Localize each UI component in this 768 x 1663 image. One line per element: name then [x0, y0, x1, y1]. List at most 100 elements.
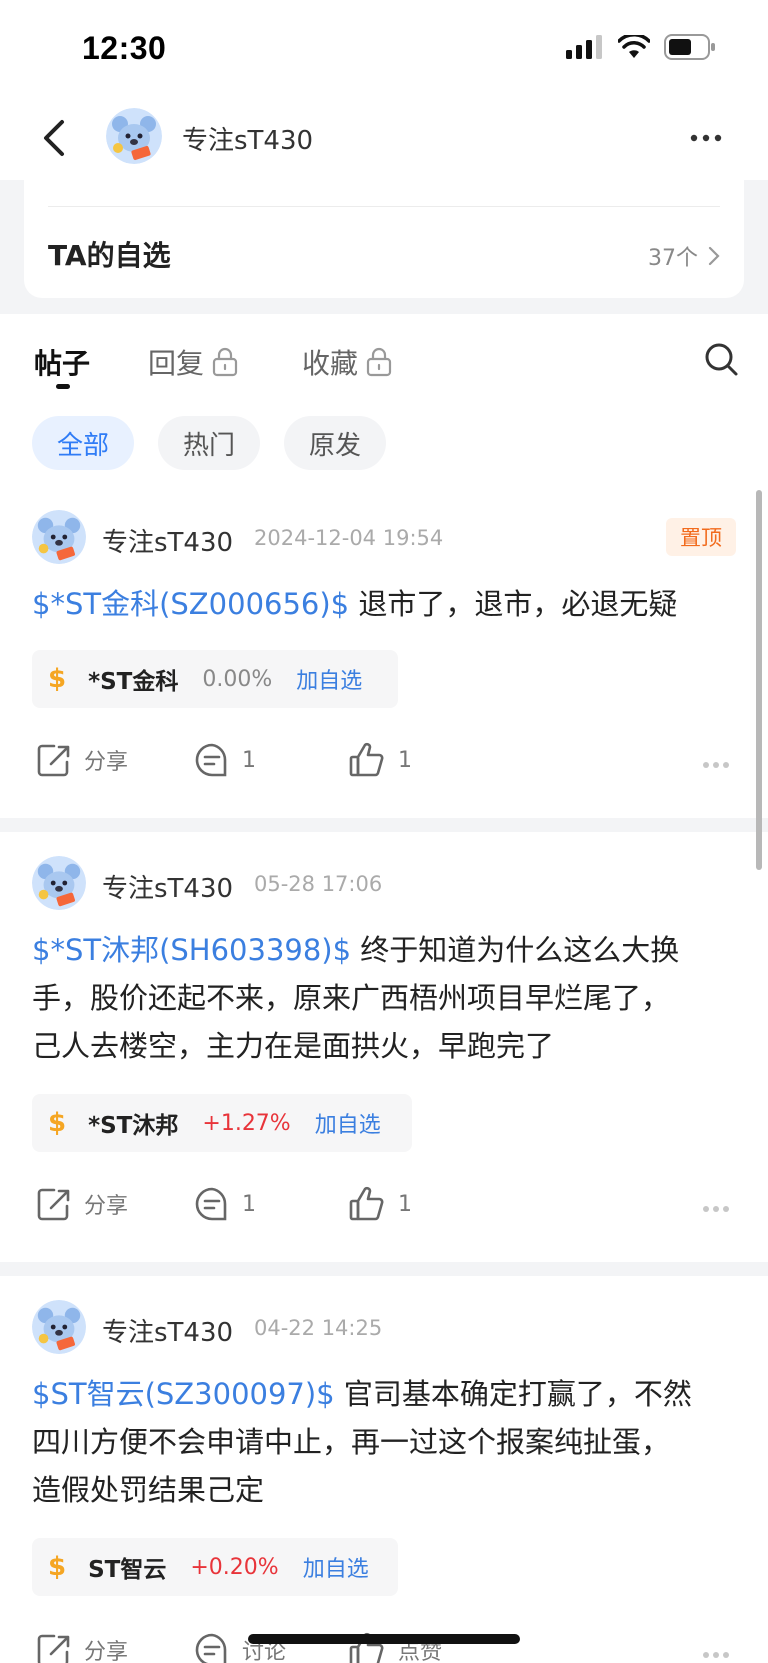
avatar[interactable] [32, 1300, 86, 1354]
search-icon [705, 343, 738, 376]
share-button[interactable]: 分享 [36, 1632, 128, 1663]
avatar[interactable] [32, 856, 86, 910]
tab-indicator [56, 384, 70, 389]
filter-chips: 全部 热门 原发 [0, 404, 768, 488]
pinned-badge: 置顶 [666, 518, 736, 556]
post-card[interactable]: 专注sT430 05-28 17:06 $*ST沐邦(SH603398)$ 终于… [0, 832, 768, 1262]
stock-card[interactable]: $ *ST金科 0.00% 加自选 [32, 650, 398, 708]
add-watchlist-button[interactable]: 加自选 [296, 663, 362, 695]
stock-name: *ST沐邦 [88, 1113, 179, 1139]
comment-count: 1 [242, 747, 256, 773]
more-dots-icon [703, 762, 729, 768]
profile-tabs: 帖子 回复 收藏 [0, 314, 768, 404]
post-separator [0, 1262, 768, 1276]
post-text-line: 终于知道为什么这么大换 [351, 933, 680, 967]
add-watchlist-button[interactable]: 加自选 [303, 1551, 369, 1583]
like-button[interactable]: 1 [348, 1186, 412, 1222]
share-icon [37, 1188, 70, 1221]
stock-card[interactable]: $ ST智云 +0.20% 加自选 [32, 1538, 398, 1596]
comment-button[interactable]: 1 [194, 742, 256, 778]
post-text-line: 造假处罚结果己定 [32, 1473, 265, 1507]
scrollbar[interactable] [756, 490, 762, 870]
tab-label: 回复 [148, 347, 205, 380]
koala-avatar-icon [106, 108, 162, 164]
post-time: 2024-12-04 19:54 [254, 526, 444, 550]
post-actions: 分享 1 1 [0, 742, 768, 792]
koala-avatar-icon [32, 856, 86, 910]
nav-header: 专注sT430 [0, 96, 768, 180]
share-button[interactable]: 分享 [36, 1186, 128, 1222]
watchlist-row[interactable]: TA的自选 37个 [24, 180, 744, 298]
post-more-button[interactable] [702, 1644, 730, 1663]
share-label: 分享 [84, 750, 129, 775]
more-dots-icon [703, 1652, 729, 1658]
avatar[interactable] [32, 510, 86, 564]
post-separator [0, 818, 768, 832]
thumbs-up-icon [349, 1186, 384, 1221]
stock-link[interactable]: $*ST沐邦(SH603398)$ [32, 933, 351, 967]
post-author[interactable]: 专注sT430 [102, 522, 233, 559]
chevron-left-icon [44, 120, 64, 156]
post-card[interactable]: 专注sT430 2024-12-04 19:54 置顶 $*ST金科(SZ000… [0, 488, 768, 818]
more-button[interactable] [684, 120, 728, 156]
tab-label: 帖子 [34, 347, 91, 380]
post-text[interactable]: $*ST沐邦(SH603398)$ 终于知道为什么这么大换 手，股价还起不来，原… [32, 926, 744, 1070]
stock-card[interactable]: $ *ST沐邦 +1.27% 加自选 [32, 1094, 412, 1152]
battery-icon [664, 34, 715, 60]
comment-count: 1 [242, 1191, 256, 1217]
stock-name: *ST金科 [88, 669, 179, 695]
post-text-line: 退市了，退市，必退无疑 [349, 587, 678, 621]
wifi-icon [618, 35, 650, 58]
post-card[interactable]: 专注sT430 04-22 14:25 $ST智云(SZ300097)$ 官司基… [0, 1276, 768, 1663]
comment-icon [195, 1187, 227, 1221]
chip-hot[interactable]: 热门 [158, 416, 260, 470]
post-actions: 分享 1 1 [0, 1186, 768, 1236]
stock-name: ST智云 [88, 1557, 167, 1583]
post-text[interactable]: $ST智云(SZ300097)$ 官司基本确定打赢了，不然 四川方便不会申请中止… [32, 1370, 744, 1514]
like-button[interactable]: 1 [348, 742, 412, 778]
watchlist-title: TA的自选 [48, 239, 171, 272]
tab-posts[interactable]: 帖子 [34, 342, 90, 382]
tab-replies[interactable]: 回复 [148, 342, 238, 382]
thumbs-up-icon [349, 742, 384, 777]
post-time: 05-28 17:06 [254, 872, 383, 896]
like-count: 1 [398, 747, 412, 773]
more-dots-icon [690, 134, 722, 142]
comment-button[interactable]: 1 [194, 1186, 256, 1222]
lock-icon [212, 347, 238, 377]
lock-icon [366, 347, 392, 377]
home-indicator [248, 1634, 520, 1644]
search-button[interactable] [702, 340, 742, 380]
like-count: 1 [398, 1191, 412, 1217]
post-text-line: 官司基本确定打赢了，不然 [334, 1377, 692, 1411]
chip-original[interactable]: 原发 [284, 416, 386, 470]
post-author[interactable]: 专注sT430 [102, 1312, 233, 1349]
stock-change: +0.20% [190, 1554, 279, 1580]
tab-favorites[interactable]: 收藏 [302, 342, 392, 382]
post-author[interactable]: 专注sT430 [102, 868, 233, 905]
stock-link[interactable]: $ST智云(SZ300097)$ [32, 1377, 335, 1411]
avatar[interactable] [106, 108, 162, 164]
share-button[interactable]: 分享 [36, 742, 128, 778]
share-label: 分享 [84, 1194, 129, 1219]
chevron-right-icon [708, 246, 720, 266]
back-button[interactable] [30, 114, 78, 162]
more-dots-icon [703, 1206, 729, 1212]
status-bar: 12:30 [0, 0, 768, 96]
share-label: 分享 [84, 1640, 129, 1663]
post-more-button[interactable] [702, 1198, 730, 1217]
stock-change: +1.27% [202, 1110, 291, 1136]
chip-all[interactable]: 全部 [32, 416, 134, 470]
watchlist-count: 37个 [648, 240, 720, 272]
post-text[interactable]: $*ST金科(SZ000656)$ 退市了，退市，必退无疑 [32, 580, 744, 628]
stock-link[interactable]: $*ST金科(SZ000656)$ [32, 587, 349, 621]
post-more-button[interactable] [702, 754, 730, 773]
add-watchlist-button[interactable]: 加自选 [315, 1107, 381, 1139]
post-text-line: 四川方便不会申请中止，再一过这个报案纯扯蛋， [32, 1425, 671, 1459]
post-time: 04-22 14:25 [254, 1316, 383, 1340]
status-icons [566, 34, 716, 60]
koala-avatar-icon [32, 1300, 86, 1354]
post-text-line: 手，股价还起不来，原来广西梧州项目早烂尾了， [32, 981, 671, 1015]
page-title: 专注sT430 [182, 126, 314, 156]
status-time: 12:30 [82, 30, 167, 66]
